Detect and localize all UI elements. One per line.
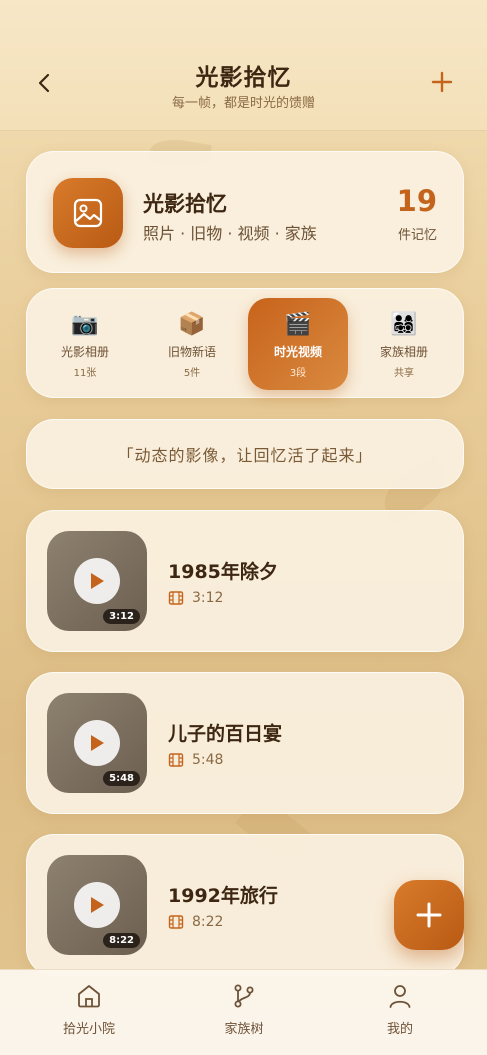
film-icon <box>168 591 184 605</box>
clapper-icon: 🎬 <box>284 312 312 337</box>
user-icon <box>389 985 411 1008</box>
video-duration: 8:22 <box>192 914 224 930</box>
plus-icon <box>416 902 442 928</box>
nav-label: 我的 <box>386 1022 413 1037</box>
tab-count: 11张 <box>73 368 97 379</box>
summary-title: 光影拾忆 <box>143 192 227 216</box>
category-tabs: 📷 光影相册 11张 📦 旧物新语 5件 🎬 时光视频 3段 👨‍👩‍👧‍👦 家… <box>26 288 464 398</box>
tab-old-objects[interactable]: 📦 旧物新语 5件 <box>142 298 242 390</box>
video-item[interactable]: 3:12 1985年除夕 3:12 <box>26 510 464 652</box>
quote-text: 「动态的影像，让回忆活了起来」 <box>117 446 373 465</box>
tab-count: 3段 <box>289 368 307 379</box>
video-duration: 5:48 <box>192 752 224 768</box>
floating-add-button[interactable] <box>394 880 464 950</box>
video-meta: 5:48 <box>168 752 223 768</box>
video-item[interactable]: 5:48 儿子的百日宴 5:48 <box>26 672 464 814</box>
duration-badge: 3:12 <box>103 609 140 624</box>
summary-card: 光影拾忆 照片 · 旧物 · 视频 · 家族 19 件记忆 <box>26 151 464 273</box>
memory-count: 19 <box>396 184 437 218</box>
page-title: 光影拾忆 <box>195 65 292 91</box>
tab-label: 光影相册 <box>60 345 109 359</box>
tab-count: 5件 <box>183 368 201 379</box>
video-meta: 8:22 <box>168 914 223 930</box>
play-icon[interactable] <box>74 558 120 604</box>
video-thumbnail: 8:22 <box>47 855 147 955</box>
nav-item-home[interactable]: 拾光小院 <box>29 982 149 1037</box>
video-title: 1992年旅行 <box>168 885 278 907</box>
duration-badge: 8:22 <box>103 933 140 948</box>
box-icon: 📦 <box>178 312 206 337</box>
tab-label: 旧物新语 <box>167 345 216 359</box>
film-icon <box>168 753 184 767</box>
play-icon[interactable] <box>74 882 120 928</box>
video-thumbnail: 5:48 <box>47 693 147 793</box>
add-button[interactable] <box>424 64 460 100</box>
video-duration: 3:12 <box>192 590 224 606</box>
duration-badge: 5:48 <box>103 771 140 786</box>
home-icon <box>78 985 100 1008</box>
nav-label: 家族树 <box>224 1022 264 1037</box>
video-title: 儿子的百日宴 <box>168 723 283 745</box>
page-subtitle: 每一帧，都是时光的馈赠 <box>171 96 315 111</box>
quote-card: 「动态的影像，让回忆活了起来」 <box>26 419 464 489</box>
tab-time-videos[interactable]: 🎬 时光视频 3段 <box>248 298 348 390</box>
nav-label: 拾光小院 <box>62 1022 115 1037</box>
tab-count: 共享 <box>394 368 414 379</box>
film-icon <box>168 915 184 929</box>
video-meta: 3:12 <box>168 590 223 606</box>
summary-tags: 照片 · 旧物 · 视频 · 家族 <box>143 224 317 243</box>
camera-icon: 📷 <box>71 312 99 337</box>
plus-icon <box>431 71 453 93</box>
branch-icon <box>234 984 254 1008</box>
video-thumbnail: 3:12 <box>47 531 147 631</box>
image-icon <box>53 178 123 248</box>
nav-item-family-tree[interactable]: 家族树 <box>184 982 304 1037</box>
video-title: 1985年除夕 <box>168 561 278 583</box>
tab-label: 家族相册 <box>379 345 428 359</box>
header: 光影拾忆 每一帧，都是时光的馈赠 <box>0 0 487 131</box>
family-icon: 👨‍👩‍👧‍👦 <box>390 312 418 337</box>
bottom-nav: 拾光小院 家族树 我的 <box>0 969 487 1055</box>
tab-label: 时光视频 <box>273 345 322 359</box>
tab-photo-album[interactable]: 📷 光影相册 11张 <box>35 298 135 390</box>
nav-item-profile[interactable]: 我的 <box>340 982 460 1037</box>
tab-family-album[interactable]: 👨‍👩‍👧‍👦 家族相册 共享 <box>354 298 454 390</box>
play-icon[interactable] <box>74 720 120 766</box>
memory-count-unit: 件记忆 <box>397 228 437 243</box>
